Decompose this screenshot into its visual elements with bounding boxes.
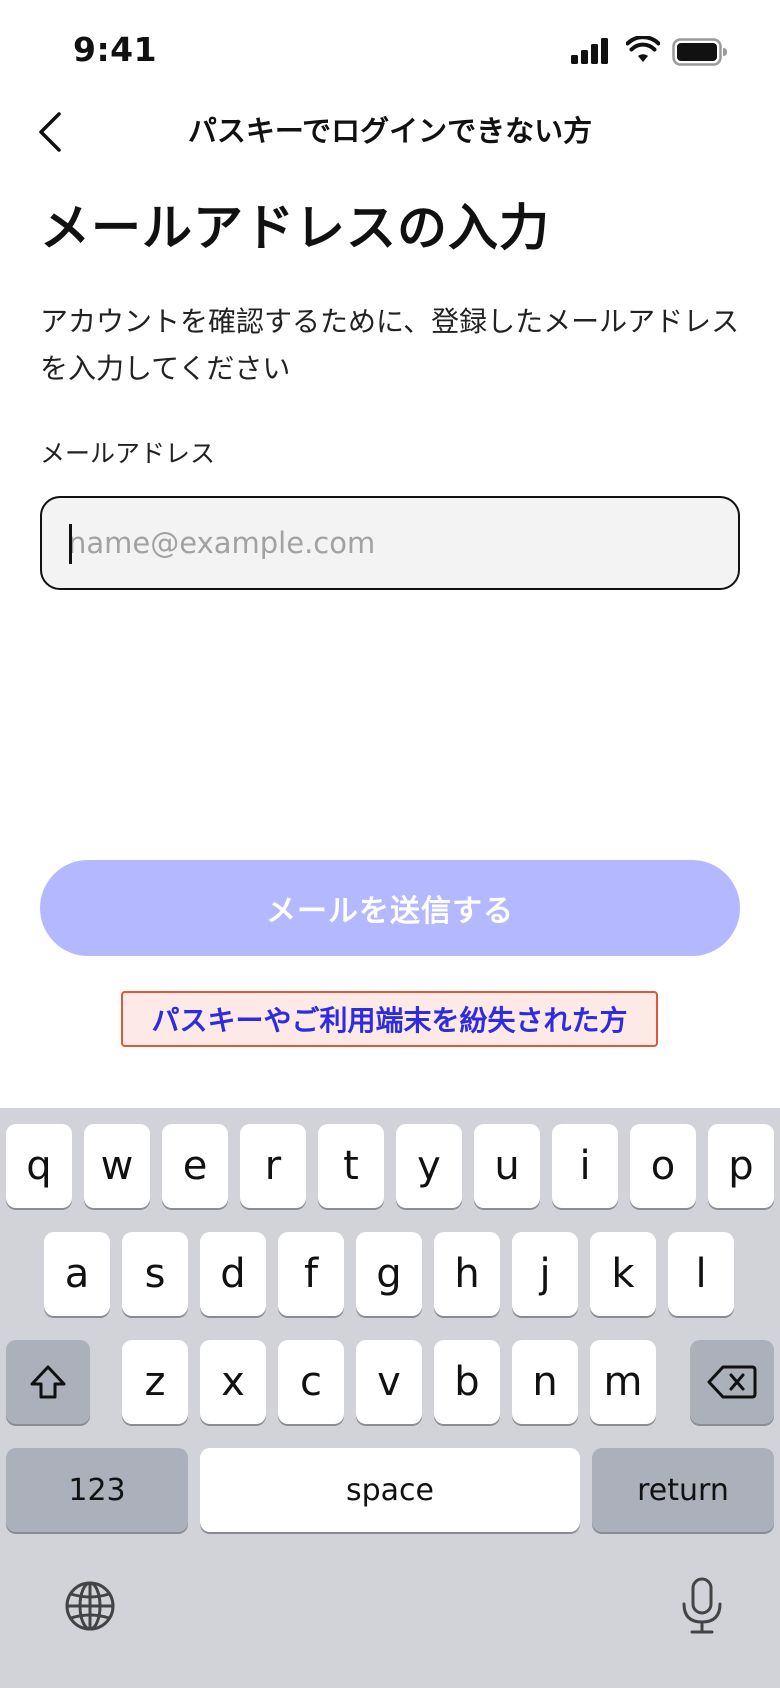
key-f[interactable]: f <box>278 1232 344 1316</box>
status-time: 9:41 <box>73 30 158 69</box>
page-description: アカウントを確認するために、登録したメールアドレスを入力してください <box>40 305 740 385</box>
status-bar: 9:41 <box>0 0 780 100</box>
key-v[interactable]: v <box>356 1340 422 1424</box>
key-e[interactable]: e <box>162 1124 228 1208</box>
key-a[interactable]: a <box>44 1232 110 1316</box>
key-b[interactable]: b <box>434 1340 500 1424</box>
key-t[interactable]: t <box>318 1124 384 1208</box>
key-q[interactable]: q <box>6 1124 72 1208</box>
cellular-signal-icon <box>571 38 608 64</box>
shift-icon <box>30 1365 66 1399</box>
key-k[interactable]: k <box>590 1232 656 1316</box>
email-field-label: メールアドレス <box>40 439 216 468</box>
key-s[interactable]: s <box>122 1232 188 1316</box>
key-c[interactable]: c <box>278 1340 344 1424</box>
key-l[interactable]: l <box>668 1232 734 1316</box>
key-r[interactable]: r <box>240 1124 306 1208</box>
key-y[interactable]: y <box>396 1124 462 1208</box>
key-x[interactable]: x <box>200 1340 266 1424</box>
delete-icon <box>707 1365 757 1399</box>
key-z[interactable]: z <box>122 1340 188 1424</box>
numbers-key[interactable]: 123 <box>6 1448 188 1532</box>
space-key[interactable]: space <box>200 1448 580 1532</box>
lost-device-link[interactable]: パスキーやご利用端末を紛失された方 <box>121 991 658 1047</box>
delete-key[interactable] <box>690 1340 774 1424</box>
send-email-button[interactable]: メールを送信する <box>40 860 740 956</box>
key-g[interactable]: g <box>356 1232 422 1316</box>
key-o[interactable]: o <box>630 1124 696 1208</box>
email-field[interactable] <box>40 496 740 590</box>
key-i[interactable]: i <box>552 1124 618 1208</box>
key-d[interactable]: d <box>200 1232 266 1316</box>
key-p[interactable]: p <box>708 1124 774 1208</box>
shift-key[interactable] <box>6 1340 90 1424</box>
microphone-icon[interactable] <box>680 1576 724 1636</box>
key-h[interactable]: h <box>434 1232 500 1316</box>
email-input[interactable] <box>68 498 708 588</box>
page-title: メールアドレスの入力 <box>40 199 550 257</box>
key-m[interactable]: m <box>590 1340 656 1424</box>
nav-title: パスキーでログインできない方 <box>187 114 593 148</box>
chevron-left-icon <box>39 112 61 152</box>
key-j[interactable]: j <box>512 1232 578 1316</box>
back-button[interactable] <box>28 104 72 160</box>
battery-icon <box>672 38 727 66</box>
key-u[interactable]: u <box>474 1124 540 1208</box>
wifi-icon <box>626 36 660 62</box>
key-w[interactable]: w <box>84 1124 150 1208</box>
globe-icon[interactable] <box>64 1580 116 1632</box>
text-caret <box>69 524 72 564</box>
return-key[interactable]: return <box>592 1448 774 1532</box>
key-n[interactable]: n <box>512 1340 578 1424</box>
